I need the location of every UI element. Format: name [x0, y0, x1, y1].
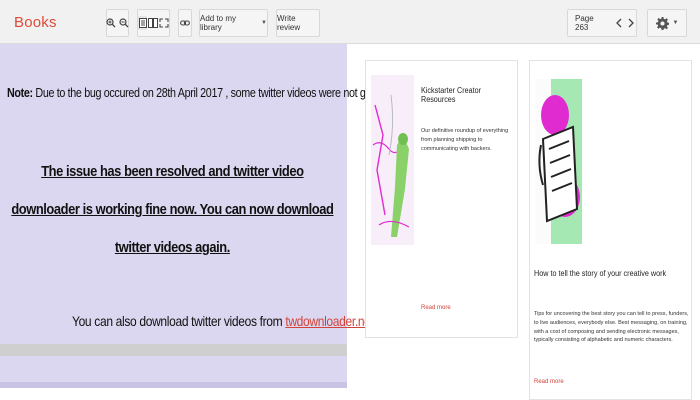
gear-icon	[656, 16, 670, 30]
card-tell-the-story[interactable]: How to tell the story of your creative w…	[529, 60, 692, 400]
card-description: Tips for uncovering the best story you c…	[534, 311, 689, 344]
card-title[interactable]: Kickstarter Creator Resources	[421, 86, 507, 104]
page-scroll-edge	[0, 344, 347, 356]
chevron-down-icon: ▼	[261, 20, 267, 26]
resolved-message: The issue has been resolved and twitter …	[11, 163, 334, 256]
add-to-library-label: Add to my library	[200, 14, 237, 32]
link-icon	[180, 16, 191, 30]
next-page-icon[interactable]	[626, 16, 636, 30]
link-button[interactable]	[178, 9, 192, 37]
zoom-out-icon[interactable]	[119, 16, 129, 30]
zoom-in-icon[interactable]	[106, 16, 116, 30]
view-mode-buttons	[137, 9, 170, 37]
settings-button[interactable]: ▼	[647, 9, 687, 37]
twdownloader-link[interactable]: twdownloader.net	[285, 313, 374, 329]
also-download-label: You can also download twitter videos fro…	[72, 313, 286, 329]
write-review-button[interactable]: Write review	[276, 9, 320, 37]
previous-page-icon[interactable]	[614, 16, 624, 30]
zoom-buttons	[106, 9, 129, 37]
bug-note: Note: Due to the bug occured on 28th Apr…	[7, 86, 450, 100]
toolbar: Books Add to my library ▼ Write review P…	[0, 0, 700, 44]
single-page-icon[interactable]	[138, 16, 147, 30]
page-number[interactable]: Page 263	[575, 14, 605, 32]
card-image	[371, 75, 414, 245]
chevron-down-icon: ▼	[672, 20, 679, 26]
add-to-library-button[interactable]: Add to my library ▼	[199, 9, 268, 37]
card-description: Our definitive roundup of everything fro…	[421, 128, 509, 152]
page-navigation: Page 263	[567, 9, 637, 37]
two-page-icon[interactable]	[148, 16, 158, 30]
write-review-label: Write review	[277, 14, 301, 32]
also-download-text: You can also download twitter videos fro…	[72, 313, 374, 329]
books-logo[interactable]: Books	[14, 14, 57, 31]
read-more-link[interactable]: Read more	[421, 305, 451, 311]
fullscreen-icon[interactable]	[159, 16, 169, 30]
read-more-link[interactable]: Read more	[534, 379, 564, 385]
card-kickstarter-resources[interactable]: Kickstarter Creator Resources Our defini…	[365, 60, 518, 338]
card-title[interactable]: How to tell the story of your creative w…	[534, 268, 667, 278]
note-prefix: Note:	[7, 86, 33, 100]
card-image	[535, 79, 582, 244]
